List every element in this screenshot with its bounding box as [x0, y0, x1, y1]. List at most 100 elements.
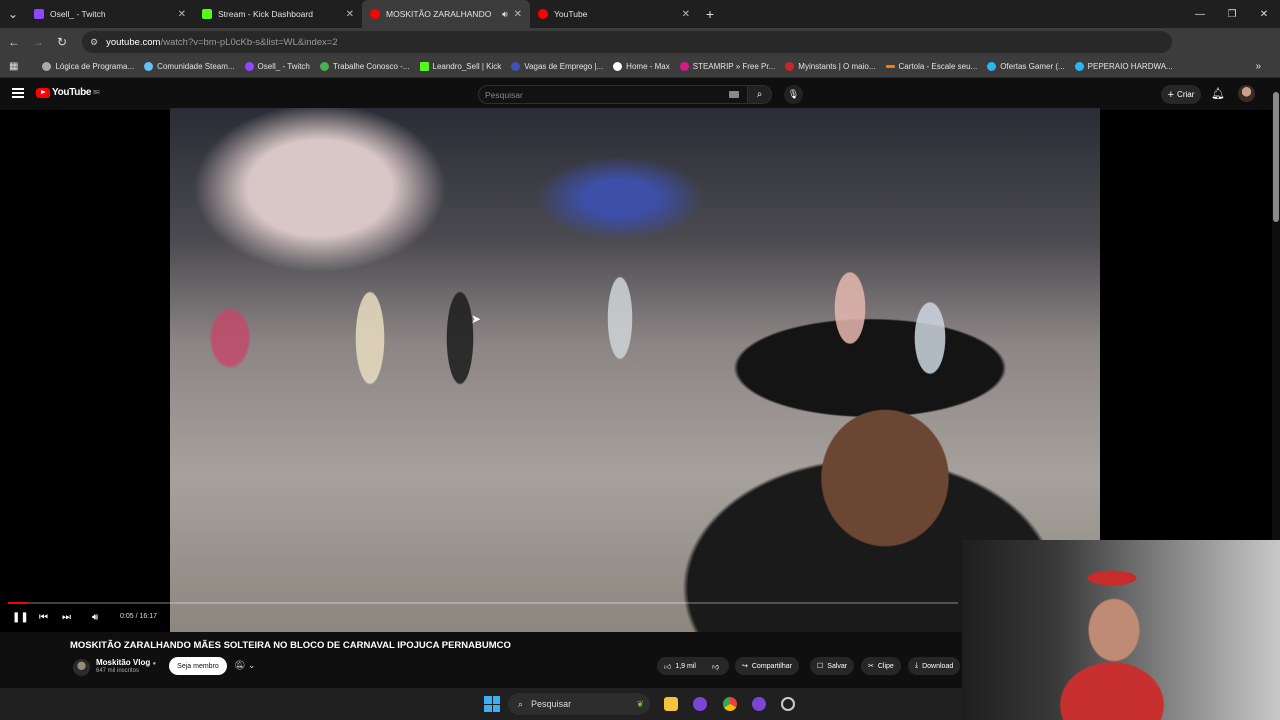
twitch-app-icon[interactable]	[752, 697, 766, 711]
join-membership-button[interactable]: Seja membro	[169, 657, 227, 675]
kick-favicon-icon	[202, 9, 212, 19]
bookmark-item[interactable]: Trabalhe Conosco -...	[315, 62, 415, 71]
youtube-play-logo-icon	[36, 87, 50, 98]
bookmark-label: STEAMRIP » Free Pr...	[692, 62, 776, 71]
bookmark-item[interactable]: PEPERAIO HARDWA...	[1070, 62, 1178, 71]
logo-text: YouTube	[52, 87, 92, 98]
bookmark-favicon-icon	[319, 62, 329, 71]
restore-icon[interactable]: ❐	[1216, 0, 1248, 28]
close-tab-icon[interactable]: ✕	[682, 9, 690, 20]
bookmark-label: Myinstants | O maio...	[798, 62, 876, 71]
guide-menu-icon[interactable]	[12, 88, 24, 98]
volume-icon[interactable]: 🔊︎	[92, 612, 98, 623]
pause-icon[interactable]: ❚❚	[12, 612, 29, 623]
close-tab-icon[interactable]: ✕	[514, 9, 522, 20]
back-arrow-icon[interactable]: ←	[2, 30, 26, 54]
bookmark-item[interactable]: Ofertas Gamer (...	[982, 62, 1069, 71]
settings-gear-icon[interactable]	[781, 697, 795, 711]
twitch-app-icon[interactable]	[693, 697, 707, 711]
bookmark-item[interactable]: Comunidade Steam...	[139, 62, 239, 71]
url-path: /watch?v=bm-pL0cKb-s&list=WL&index=2	[160, 36, 338, 48]
bookmark-label: Ofertas Gamer (...	[1000, 62, 1065, 71]
tab-title: Stream - Kick Dashboard	[218, 9, 313, 19]
url-omnibox[interactable]: ⚙ youtube.com/watch?v=bm-pL0cKb-s&list=W…	[82, 31, 1172, 53]
clip-button[interactable]: ✂ Clipe	[861, 657, 901, 675]
progress-fill	[8, 602, 27, 604]
account-avatar[interactable]	[1238, 85, 1255, 102]
previous-icon[interactable]: ⏮︎	[39, 612, 48, 623]
bookmarks-bar: ▦ Lógica de Programa... Comunidade Steam…	[0, 56, 1280, 78]
video-player[interactable]	[170, 108, 1100, 632]
twitch-favicon-icon	[34, 9, 44, 19]
download-label: Download	[922, 662, 954, 670]
search-icon: ⌕	[518, 698, 524, 709]
bookmark-item[interactable]: Leandro_Sell | Kick	[415, 62, 507, 71]
thumbs-down-icon[interactable]: 👎︎	[712, 662, 719, 671]
download-button[interactable]: ⤓ Download	[908, 657, 961, 675]
scrollbar-thumb[interactable]	[1273, 92, 1279, 222]
download-icon: ⤓	[915, 662, 919, 669]
bookmark-item[interactable]: Lógica de Programa...	[37, 62, 139, 71]
bookmark-item[interactable]: Myinstants | O maio...	[780, 62, 880, 71]
telegram-favicon-icon	[1074, 62, 1084, 71]
create-button[interactable]: + Criar	[1161, 85, 1201, 104]
bookmark-item[interactable]: Home - Max	[608, 62, 675, 71]
taskbar-search[interactable]: ⌕ Pesquisar ❦	[508, 693, 650, 715]
like-button[interactable]: 👍︎ 1,9 mil 👎︎	[657, 657, 729, 675]
youtube-favicon-icon	[538, 9, 548, 19]
tab-twitch[interactable]: Osell_ - Twitch ✕	[26, 0, 194, 28]
windows-taskbar: ⌕ Pesquisar ❦	[0, 688, 962, 720]
voice-search-mic-icon[interactable]: 🎙︎	[784, 85, 803, 104]
apps-grid-icon[interactable]: ▦	[4, 61, 23, 72]
save-button[interactable]: ☐ Salvar	[810, 657, 855, 675]
minimize-icon[interactable]: —	[1184, 0, 1216, 28]
bookmark-item[interactable]: Vagas de Emprego |...	[506, 62, 608, 71]
bookmark-label: Osell_ - Twitch	[257, 62, 310, 71]
time-display: 0:05 / 16:17	[120, 613, 157, 620]
window-close-icon[interactable]: ✕	[1248, 0, 1280, 28]
tab-youtube[interactable]: YouTube ✕	[530, 0, 698, 28]
current-time: 0:05	[120, 613, 134, 620]
next-icon[interactable]: ⏭︎	[62, 612, 71, 623]
windows-start-icon[interactable]	[484, 696, 500, 712]
bookmark-label: Leandro_Sell | Kick	[432, 62, 502, 71]
share-label: Compartilhar	[751, 662, 792, 670]
bookmark-item[interactable]: Cartola - Escale seu...	[881, 62, 983, 71]
video-metadata: MOSKITÃO ZARALHANDO MÃES SOLTEIRA NO BLO…	[0, 632, 962, 688]
channel-name[interactable]: Moskitão Vlog ●	[96, 658, 156, 667]
keyboard-icon[interactable]	[729, 91, 739, 98]
twitch-favicon-icon	[244, 62, 254, 71]
bookmark-label: Cartola - Escale seu...	[898, 62, 978, 71]
notification-bell-off-icon[interactable]: 🔕︎ ⌄	[234, 660, 255, 671]
plus-icon: +	[1167, 88, 1175, 101]
bookmark-item[interactable]: Osell_ - Twitch	[240, 62, 315, 71]
progress-bar[interactable]	[8, 602, 958, 604]
bookmark-item[interactable]: STEAMRIP » Free Pr...	[675, 62, 781, 71]
site-info-icon[interactable]: ⚙	[90, 37, 98, 48]
youtube-logo[interactable]: YouTube BR	[36, 87, 100, 98]
chrome-icon[interactable]	[723, 697, 737, 711]
search-button[interactable]: ⌕	[748, 85, 772, 104]
search-input[interactable]: Pesquisar	[478, 85, 748, 104]
speaker-icon[interactable]: 🔊︎	[502, 9, 508, 20]
reload-icon[interactable]: ↻	[50, 30, 74, 54]
new-tab-plus-icon[interactable]: +	[698, 2, 722, 26]
player-controls: ❚❚ ⏮︎ ⏭︎ 🔊︎ 0:05 / 16:17	[0, 598, 962, 632]
clip-label: Clipe	[877, 662, 894, 670]
tab-moskitao-video[interactable]: MOSKITÃO ZARALHANDO 🔊︎ ✕	[362, 0, 530, 28]
verified-icon: ●	[152, 661, 157, 667]
kick-favicon-icon	[419, 62, 429, 71]
share-button[interactable]: ↪ Compartilhar	[735, 657, 799, 675]
close-tab-icon[interactable]: ✕	[346, 9, 354, 20]
telegram-favicon-icon	[987, 62, 997, 71]
search-placeholder: Pesquisar	[485, 89, 523, 100]
close-tab-icon[interactable]: ✕	[178, 9, 186, 20]
bookmark-label: Comunidade Steam...	[157, 62, 235, 71]
notifications-bell-icon[interactable]: 🔔︎	[1211, 87, 1225, 100]
tab-search-chevron-icon[interactable]: ⌄	[0, 2, 26, 26]
channel-avatar[interactable]	[73, 659, 90, 676]
more-bookmarks-chevron-icon[interactable]: »	[1250, 61, 1266, 72]
tab-kick-dashboard[interactable]: Stream - Kick Dashboard ✕	[194, 0, 362, 28]
forward-arrow-icon[interactable]: →	[26, 30, 50, 54]
file-explorer-icon[interactable]	[664, 697, 678, 711]
